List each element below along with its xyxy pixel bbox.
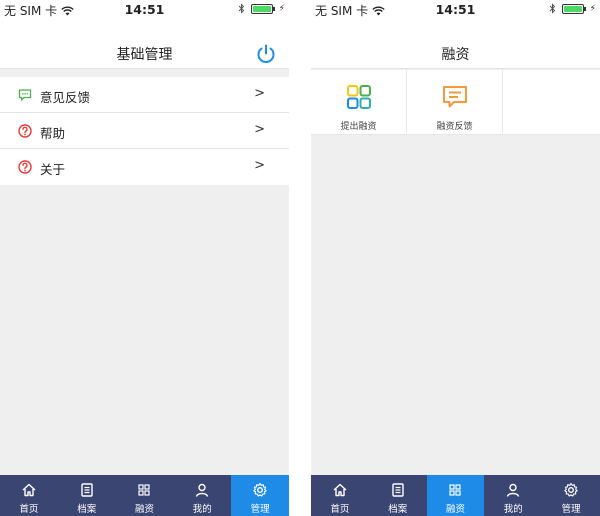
nav-bar: 融资 [311,20,600,69]
tab-mine[interactable]: 我的 [484,475,542,516]
screen-divider [289,0,311,516]
status-right: ⚡ [549,3,596,14]
grid-item-empty [503,70,599,135]
question-icon [18,160,32,174]
page-title: 基础管理 [116,47,173,63]
tab-management[interactable]: 管理 [542,475,600,516]
charging-icon: ⚡ [589,3,596,14]
document-icon [80,483,93,497]
battery-icon [561,3,586,14]
chevron-right-icon: > [254,122,265,137]
home-icon [333,483,347,497]
document-icon [391,483,404,497]
chat-icon [18,89,32,101]
tab-financing[interactable]: 融资 [426,475,485,516]
status-bar: 无 SIM 卡 14:51 ⚡ [311,0,600,20]
tab-label: 我的 [503,504,523,515]
menu-list: 意见反馈 > 帮助 > 关于 > [0,77,289,185]
apps-icon [347,85,371,109]
tab-label: 融资 [134,504,154,515]
tab-management[interactable]: 管理 [231,475,289,516]
tab-bar: 首页 档案 融资 我的 管理 [0,475,289,516]
grid-item-propose-financing[interactable]: 提出融资 [311,70,407,135]
tab-archive[interactable]: 档案 [58,475,116,516]
user-icon [196,483,209,497]
grid-item-label: 融资反馈 [436,122,473,132]
gear-icon [564,482,578,497]
tab-label: 档案 [388,504,408,515]
charging-icon: ⚡ [278,3,285,14]
tab-home[interactable]: 首页 [311,475,369,516]
menu-item-about[interactable]: 关于 > [0,149,289,185]
status-right: ⚡ [238,3,285,14]
tab-label: 档案 [77,504,97,515]
grid-item-label: 提出融资 [340,122,377,132]
menu-item-label: 意见反馈 [40,90,91,105]
tab-label: 管理 [250,504,270,515]
function-grid: 提出融资 融资反馈 [311,70,600,135]
battery-icon [250,3,275,14]
menu-item-label: 帮助 [40,126,66,141]
grid-icon [449,484,462,496]
home-icon [22,483,36,497]
nav-bar: 基础管理 [0,20,289,69]
power-icon[interactable] [255,43,277,65]
gear-icon [253,482,267,497]
tab-label: 融资 [445,504,465,515]
tab-label: 我的 [192,504,212,515]
bluetooth-icon [549,3,555,14]
chevron-right-icon: > [254,86,265,101]
tab-label: 首页 [330,504,350,515]
grid-item-financing-feedback[interactable]: 融资反馈 [407,70,503,135]
grid-icon [138,484,151,496]
question-icon [18,124,32,138]
tab-mine[interactable]: 我的 [173,475,231,516]
chevron-right-icon: > [254,158,265,173]
tab-label: 管理 [561,504,581,515]
tab-label: 首页 [19,504,39,515]
tab-home[interactable]: 首页 [0,475,58,516]
menu-item-feedback[interactable]: 意见反馈 > [0,77,289,113]
message-icon [443,86,467,108]
status-bar: 无 SIM 卡 14:51 ⚡ [0,0,289,20]
page-title: 融资 [441,47,470,63]
tab-financing[interactable]: 融资 [116,475,174,516]
menu-item-label: 关于 [40,162,66,177]
user-icon [507,483,520,497]
management-screen: 无 SIM 卡 14:51 ⚡ 基础管理 意见反馈 > 帮助 > 关于 > 首页… [0,0,289,516]
menu-item-help[interactable]: 帮助 > [0,113,289,149]
financing-screen: 无 SIM 卡 14:51 ⚡ 融资 提出融资 融资反馈 首页 档案 融资 我的… [311,0,600,516]
bluetooth-icon [238,3,244,14]
tab-archive[interactable]: 档案 [369,475,427,516]
tab-bar: 首页 档案 融资 我的 管理 [311,475,600,516]
